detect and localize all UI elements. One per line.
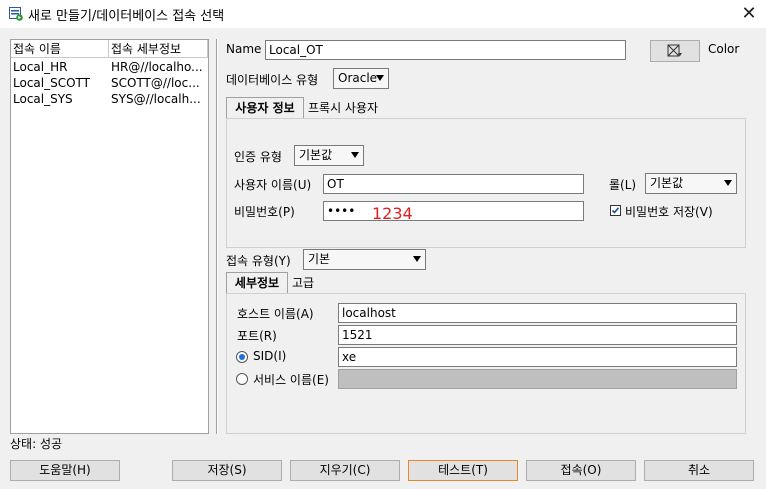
color-picker-icon [667, 44, 683, 61]
host-label: 호스트 이름(A) [237, 307, 314, 321]
auth-type-select[interactable]: 기본값 [294, 145, 364, 166]
help-button[interactable]: 도움말(H) [10, 460, 120, 481]
chevron-down-icon [724, 180, 732, 186]
name-input[interactable] [265, 40, 626, 60]
list-item[interactable]: Local_SYS SYS@//localh... [11, 91, 208, 107]
save-button[interactable]: 저장(S) [172, 460, 282, 481]
service-name-radio[interactable] [236, 373, 248, 385]
sid-input[interactable] [338, 347, 737, 367]
clear-button[interactable]: 지우기(C) [290, 460, 400, 481]
db-connect-icon [9, 7, 23, 21]
tab-user-info[interactable]: 사용자 정보 [226, 97, 304, 119]
test-button[interactable]: 테스트(T) [408, 460, 518, 481]
port-label: 포트(R) [237, 329, 277, 343]
port-input[interactable] [338, 325, 737, 345]
connect-button[interactable]: 접속(O) [526, 460, 636, 481]
role-select[interactable]: 기본값 [645, 173, 737, 194]
role-label: 롤(L) [609, 178, 637, 192]
username-label: 사용자 이름(U) [234, 178, 312, 192]
close-icon[interactable]: ✕ [738, 3, 760, 25]
connection-details: SYS@//localh... [111, 92, 201, 106]
splitter[interactable] [216, 39, 218, 434]
chevron-down-icon [351, 152, 359, 158]
name-label: Name [226, 42, 262, 56]
status-text: 상태: 성공 [10, 437, 63, 451]
column-header-details[interactable]: 접속 세부정보 [109, 40, 208, 58]
connection-list[interactable]: 접속 이름 접속 세부정보 Local_HR HR@//localho... L… [10, 39, 209, 434]
tab-proxy-user[interactable]: 프록시 사용자 [308, 98, 378, 118]
db-type-value: Oracle [338, 71, 378, 85]
chevron-down-icon [376, 75, 384, 81]
tab-advanced[interactable]: 고급 [292, 273, 314, 293]
username-input[interactable] [323, 174, 584, 194]
conn-type-value: 기본 [308, 252, 331, 266]
save-password-label: 비밀번호 저장(V) [625, 205, 713, 219]
connection-details: HR@//localho... [111, 60, 203, 74]
password-label: 비밀번호(P) [234, 205, 295, 219]
connection-name: Local_SCOTT [13, 76, 90, 90]
conn-type-label: 접속 유형(Y) [226, 254, 291, 268]
list-item[interactable]: Local_HR HR@//localho... [11, 59, 208, 75]
connection-name: Local_HR [13, 60, 68, 74]
tab-details[interactable]: 세부정보 [226, 272, 288, 294]
db-type-select[interactable]: Oracle [333, 68, 389, 89]
color-button[interactable] [650, 40, 700, 62]
connection-details: SCOTT@//loc... [111, 76, 200, 90]
window-title: 새로 만들기/데이터베이스 접속 선택 [28, 9, 225, 24]
auth-type-value: 기본값 [299, 148, 333, 162]
color-label: Color [708, 42, 740, 56]
sid-radio[interactable] [236, 351, 248, 363]
auth-type-label: 인증 유형 [234, 150, 282, 164]
service-name-input [338, 369, 737, 389]
connection-name: Local_SYS [13, 92, 73, 106]
cancel-button[interactable]: 취소 [644, 460, 754, 481]
save-password-checkbox[interactable] [610, 205, 621, 216]
conn-type-select[interactable]: 기본 [303, 249, 426, 270]
checkmark-icon [611, 207, 620, 214]
list-item[interactable]: Local_SCOTT SCOTT@//loc... [11, 75, 208, 91]
password-annotation: 1234 [372, 204, 413, 223]
service-name-label: 서비스 이름(E) [253, 373, 329, 387]
host-input[interactable] [338, 303, 737, 323]
db-type-label: 데이터베이스 유형 [226, 73, 319, 87]
column-header-name[interactable]: 접속 이름 [11, 40, 109, 58]
sid-label: SID(I) [253, 349, 287, 363]
title-bar: 새로 만들기/데이터베이스 접속 선택 ✕ [0, 0, 766, 28]
password-input[interactable] [323, 201, 584, 221]
chevron-down-icon [413, 256, 421, 262]
role-value: 기본값 [650, 176, 684, 190]
